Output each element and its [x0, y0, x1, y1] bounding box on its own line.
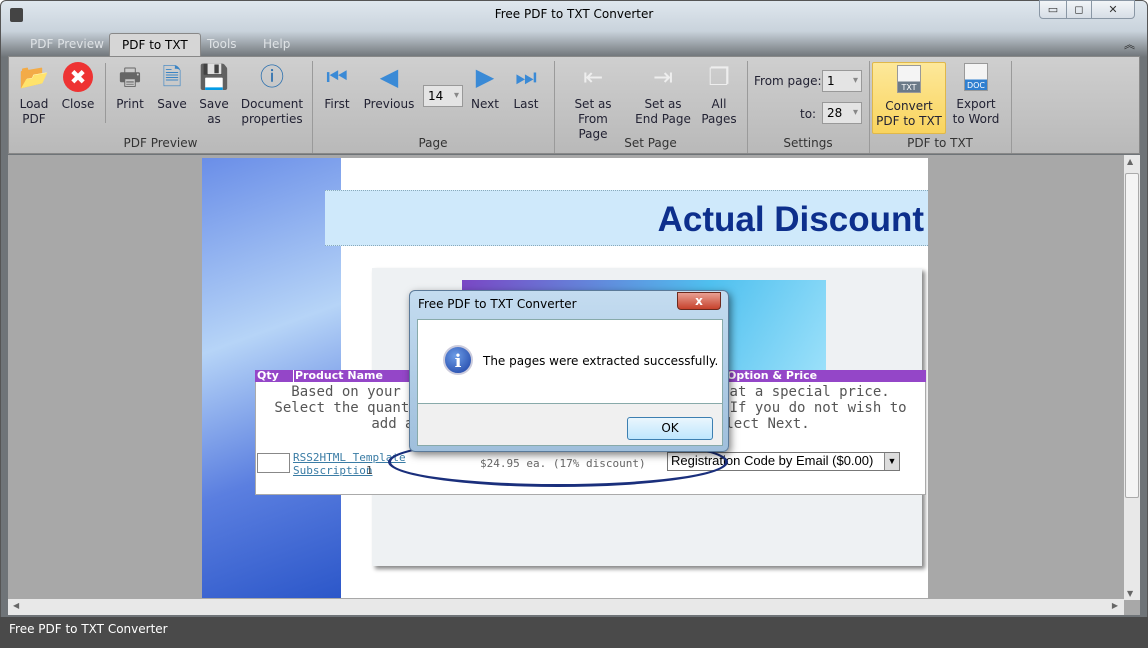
product-link-2[interactable]: Subscription	[293, 464, 372, 477]
all-pages-button[interactable]: ❐ All Pages	[699, 61, 739, 127]
word-doc-icon: DOC	[960, 61, 992, 93]
to-page-label: to:	[800, 107, 817, 121]
dialog-message: The pages were extracted successfully.	[483, 354, 719, 368]
product-qty: 1	[366, 464, 373, 477]
from-page-label: From page:	[754, 74, 822, 88]
document-properties-button[interactable]: ⓘ Document properties	[237, 61, 307, 127]
ribbon: 📂 Load PDF ✖ Close 🖶 Print 🗎 Save 💾 Save as ⓘ…	[8, 56, 1140, 154]
label: Convert PDF to TXT	[876, 99, 942, 128]
tab-pdf-to-txt[interactable]: PDF to TXT	[109, 33, 201, 56]
group-label-set-page: Set Page	[624, 136, 677, 150]
close-window-button[interactable]: ✕	[1091, 0, 1135, 19]
tab-help[interactable]: Help	[251, 33, 302, 56]
label: Save	[157, 97, 187, 111]
col-product: Product Name	[293, 369, 383, 382]
scroll-down-icon[interactable]: ▼	[1127, 589, 1133, 598]
status-bar: Free PDF to TXT Converter	[0, 617, 1148, 648]
message-dialog: Free PDF to TXT Converter x i The pages …	[409, 290, 729, 452]
chevron-down-icon[interactable]: ▼	[884, 453, 899, 470]
set-end-page-button[interactable]: ⇥ Set as End Page	[631, 61, 695, 127]
label: First	[324, 97, 350, 111]
ok-button[interactable]: OK	[627, 417, 713, 440]
label: Load PDF	[19, 97, 49, 126]
previous-icon: ◀	[379, 62, 399, 91]
label: Close	[61, 97, 95, 111]
page-number-combo[interactable]: 14	[423, 85, 463, 107]
previous-page-button[interactable]: ◀ Previous	[363, 61, 415, 112]
pages-icon: ❐	[708, 62, 730, 91]
vertical-scrollbar[interactable]: ▲ ▼	[1124, 155, 1140, 600]
first-page-icon: ⏮	[326, 62, 348, 91]
last-page-button[interactable]: ⏭ Last	[510, 61, 542, 112]
from-page-combo[interactable]: 1	[822, 70, 862, 92]
separator	[105, 63, 106, 123]
next-icon: ▶	[475, 62, 495, 91]
label: All Pages	[701, 97, 737, 126]
window-title: Free PDF to TXT Converter	[494, 7, 654, 21]
export-to-word-button[interactable]: DOC Export to Word	[949, 61, 1003, 127]
label: Export to Word	[952, 97, 1000, 126]
label: Last	[513, 97, 539, 111]
col-qty: Qty	[257, 369, 279, 382]
floppy-icon: 💾	[199, 62, 229, 91]
col-option: Option & Price	[727, 369, 818, 382]
save-as-button[interactable]: 💾 Save as	[196, 61, 232, 127]
group-label-pdf-to-txt: PDF to TXT	[907, 136, 973, 150]
convert-pdf-to-txt-button[interactable]: TXT Convert PDF to TXT	[872, 62, 946, 134]
scroll-up-icon[interactable]: ▲	[1127, 157, 1133, 166]
last-page-icon: ⏭	[515, 62, 537, 91]
save-icon: 🗎	[162, 62, 182, 91]
label: Document properties	[240, 97, 304, 126]
scroll-thumb[interactable]	[1125, 173, 1139, 498]
first-page-button[interactable]: ⏮ First	[319, 61, 355, 112]
info-document-icon: ⓘ	[260, 62, 284, 91]
tab-tools[interactable]: Tools	[195, 33, 249, 56]
minimize-button[interactable]: ▭	[1039, 0, 1067, 19]
set-end-icon: ⇥	[652, 62, 674, 91]
close-icon: ✖	[62, 61, 94, 93]
info-icon: i	[443, 345, 473, 375]
horizontal-scrollbar[interactable]: ◀ ▶	[8, 599, 1124, 615]
scroll-left-icon[interactable]: ◀	[13, 601, 19, 610]
separator	[1011, 61, 1012, 153]
print-button[interactable]: 🖶 Print	[112, 61, 148, 112]
save-button[interactable]: 🗎 Save	[154, 61, 190, 112]
set-from-page-button[interactable]: ⇤ Set as From Page	[561, 61, 625, 142]
load-pdf-button[interactable]: 📂 Load PDF	[15, 61, 53, 127]
collapse-ribbon-icon[interactable]: ︽	[1124, 36, 1135, 52]
dialog-close-button[interactable]: x	[677, 292, 721, 310]
to-page-combo[interactable]: 28	[822, 102, 862, 124]
txt-file-icon: TXT	[893, 63, 925, 95]
scroll-right-icon[interactable]: ▶	[1112, 601, 1118, 610]
next-page-button[interactable]: ▶ Next	[469, 61, 501, 112]
label: Print	[116, 97, 144, 111]
label: Next	[471, 97, 499, 111]
qty-input[interactable]	[257, 453, 290, 473]
label: Set as End Page	[635, 97, 691, 126]
set-from-icon: ⇤	[582, 62, 604, 91]
maximize-button[interactable]: ◻	[1066, 0, 1092, 19]
group-label-settings: Settings	[783, 136, 833, 150]
folder-pdf-icon: 📂	[19, 62, 49, 91]
dialog-title: Free PDF to TXT Converter	[418, 297, 577, 311]
group-label-pdf-preview: PDF Preview	[123, 136, 198, 150]
tab-pdf-preview[interactable]: PDF Preview	[18, 33, 116, 56]
printer-icon: 🖶	[118, 62, 142, 91]
close-button[interactable]: ✖ Close	[59, 61, 97, 112]
page-heading: Actual Discount	[657, 200, 924, 239]
group-label-page: Page	[418, 136, 448, 150]
label: Previous	[363, 97, 415, 111]
label: Save as	[199, 97, 229, 126]
